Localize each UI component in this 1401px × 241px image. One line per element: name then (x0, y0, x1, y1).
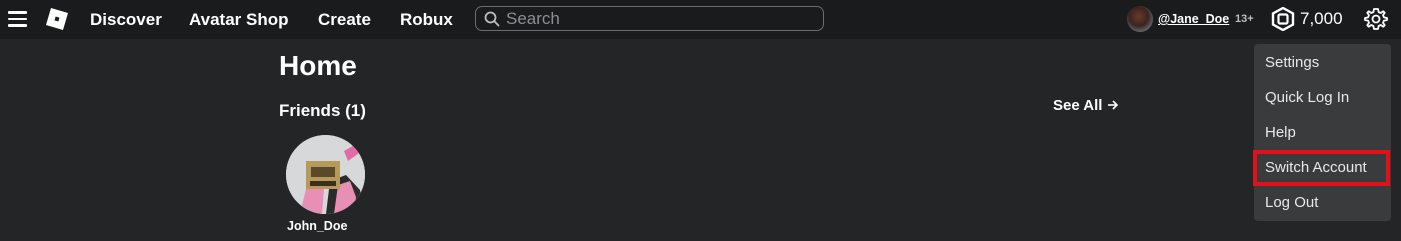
see-all-link[interactable]: See All (1053, 97, 1119, 114)
username-link[interactable]: @Jane_Doe (1158, 12, 1229, 26)
top-navigation-bar: Discover Avatar Shop Create Robux @Jane_… (0, 0, 1401, 39)
menu-item-quick-log-in[interactable]: Quick Log In (1265, 89, 1349, 106)
search-icon (484, 11, 500, 27)
gear-icon[interactable] (1363, 6, 1389, 32)
roblox-logo-icon[interactable] (46, 8, 68, 30)
menu-item-settings[interactable]: Settings (1265, 54, 1319, 71)
menu-item-log-out[interactable]: Log Out (1265, 194, 1318, 211)
switch-account-highlight (1253, 150, 1390, 186)
friend-avatar[interactable] (286, 135, 365, 214)
settings-dropdown-menu: Settings Quick Log In Help Switch Accoun… (1254, 44, 1391, 221)
nav-discover[interactable]: Discover (90, 0, 162, 39)
search-input[interactable] (506, 9, 811, 28)
menu-item-help[interactable]: Help (1265, 124, 1296, 141)
age-badge: 13+ (1235, 13, 1254, 25)
see-all-label: See All (1053, 97, 1103, 114)
robux-balance[interactable]: 7,000 (1300, 9, 1343, 29)
nav-avatar-shop[interactable]: Avatar Shop (189, 0, 289, 39)
nav-create[interactable]: Create (318, 0, 371, 39)
user-avatar[interactable] (1127, 6, 1153, 32)
friend-name[interactable]: John_Doe (287, 219, 347, 233)
page-title: Home (279, 50, 357, 81)
friends-section-title: Friends (1) (279, 101, 366, 120)
menu-icon[interactable] (8, 11, 27, 27)
nav-robux[interactable]: Robux (400, 0, 453, 39)
search-box (475, 6, 824, 31)
arrow-right-icon (1107, 97, 1119, 114)
robux-icon[interactable] (1271, 6, 1295, 32)
